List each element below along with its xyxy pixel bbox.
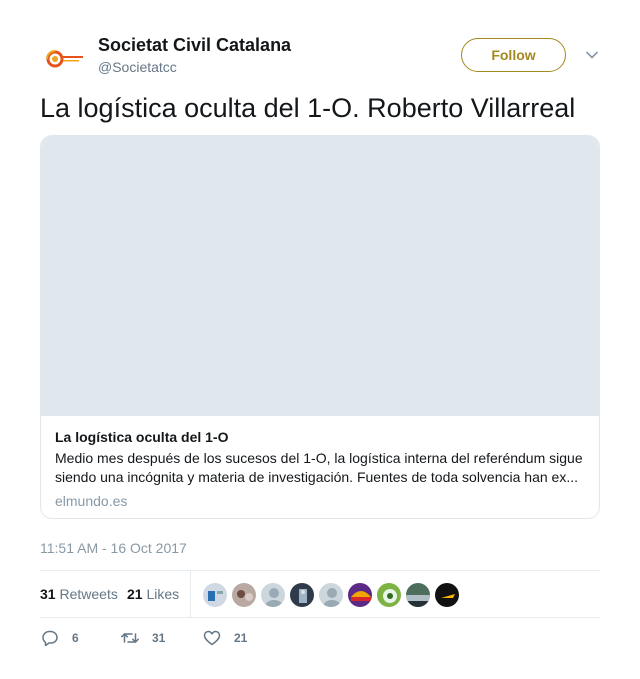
retweets-label: Retweets — [59, 586, 118, 602]
retweets-stat[interactable]: 31 Retweets — [40, 585, 118, 603]
author-avatar[interactable] — [40, 35, 88, 83]
tweet-timestamp[interactable]: 11:51 AM - 16 Oct 2017 — [40, 539, 187, 557]
likes-count: 21 — [127, 586, 143, 602]
card-domain: elmundo.es — [55, 493, 128, 509]
reply-icon — [42, 630, 58, 647]
liker-avatar[interactable] — [260, 582, 286, 608]
card-title: La logística oculta del 1-O — [55, 429, 229, 445]
author-logo — [46, 50, 83, 68]
reply-count: 6 — [72, 631, 79, 645]
liker-avatar[interactable] — [289, 582, 315, 608]
card-body[interactable]: La logística oculta del 1-O Medio mes de… — [41, 416, 599, 510]
retweet-button[interactable]: 31 — [120, 628, 165, 648]
follow-button[interactable]: Follow — [461, 38, 566, 72]
liker-avatar[interactable] — [376, 582, 402, 608]
liker-avatar[interactable] — [434, 582, 460, 608]
likes-stat[interactable]: 21 Likes — [127, 585, 179, 603]
heart-icon — [203, 630, 221, 646]
tweet-stats: 31 Retweets 21 Likes — [40, 570, 600, 618]
author-handle[interactable]: @Societatcc — [98, 57, 291, 77]
chevron-down-icon[interactable] — [584, 47, 600, 63]
liker-avatar[interactable] — [405, 582, 431, 608]
likes-label: Likes — [146, 586, 180, 602]
reply-button[interactable]: 6 — [40, 628, 79, 648]
stats-divider — [190, 571, 191, 617]
author-display-name[interactable]: Societat Civil Catalana — [98, 34, 291, 56]
like-count: 21 — [234, 631, 248, 645]
retweets-count: 31 — [40, 586, 56, 602]
tweet-text: La logística oculta del 1-O. Roberto Vil… — [40, 93, 576, 123]
liker-avatar[interactable] — [202, 582, 228, 608]
link-card[interactable]: La logística oculta del 1-O Medio mes de… — [40, 135, 600, 519]
liker-avatar[interactable] — [347, 582, 373, 608]
tweet-header: Societat Civil Catalana @Societatcc Foll… — [40, 30, 600, 83]
card-image-placeholder[interactable] — [41, 136, 599, 416]
author-name-block[interactable]: Societat Civil Catalana @Societatcc — [98, 34, 291, 77]
retweet-count: 31 — [152, 631, 166, 645]
liker-avatars — [202, 582, 463, 608]
retweet-icon — [121, 633, 139, 643]
liker-avatar[interactable] — [231, 582, 257, 608]
like-button[interactable]: 21 — [202, 628, 247, 648]
liker-avatar[interactable] — [318, 582, 344, 608]
card-description: Medio mes después de los sucesos del 1-O… — [55, 450, 583, 485]
